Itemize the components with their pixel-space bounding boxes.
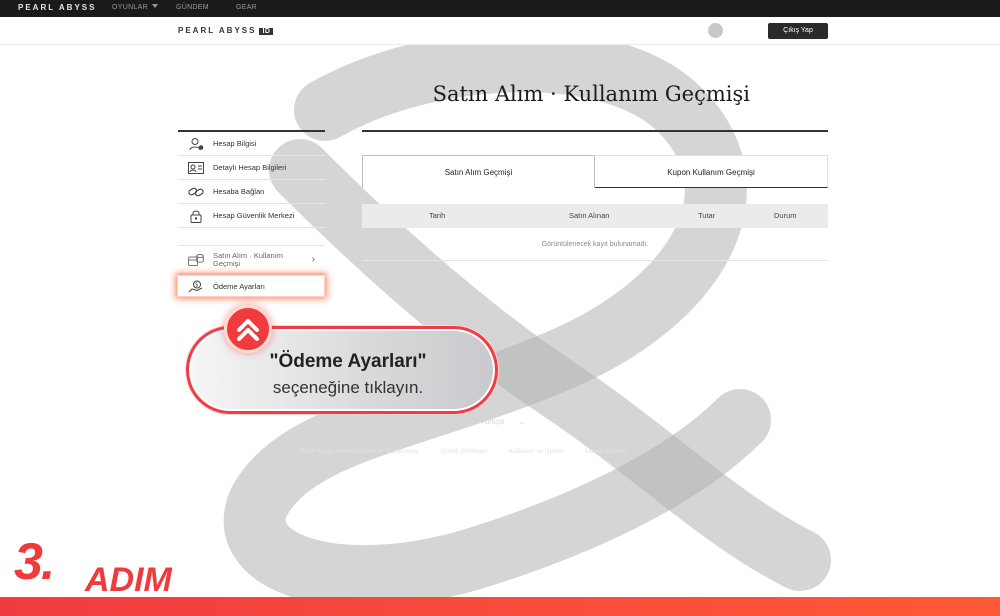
column-amount: Tutar <box>698 211 716 220</box>
column-item: Satın Alınan <box>569 211 610 220</box>
sidebar-item-label: Ödeme Ayarları <box>213 281 265 291</box>
sidebar-item-link-account[interactable]: Hesaba Bağlan <box>178 180 325 204</box>
nav-item-gear[interactable]: GEAR <box>236 4 257 11</box>
main-content: Satın Alım Geçmişi Kupon Kullanım Geçmiş… <box>362 130 828 261</box>
nav-item-games[interactable]: OYUNLAR <box>112 4 158 11</box>
column-date: Tarih <box>429 211 446 220</box>
history-tabs: Satın Alım Geçmişi Kupon Kullanım Geçmiş… <box>362 155 828 188</box>
sidebar-item-label: Hesap Bilgisi <box>213 139 257 148</box>
pearl-abyss-id-logo[interactable]: PEARL ABYSS ID <box>178 26 274 35</box>
chevron-right-icon: › <box>311 254 315 265</box>
logout-button[interactable]: Çıkış Yap <box>768 23 828 39</box>
sidebar-item-payment-settings[interactable]: $ Ödeme Ayarları <box>177 275 325 297</box>
chevron-down-icon: ⌄ <box>518 417 526 426</box>
sidebar-item-security-center[interactable]: Hesap Güvenlik Merkezi <box>178 204 325 228</box>
footer-links: Pearl Abyss Hizmet Kullanım Sözleşmesi G… <box>300 448 710 455</box>
footer-link-support[interactable]: Ücretli Destek <box>586 448 626 455</box>
svg-text:$: $ <box>195 282 198 288</box>
callout-line-1: "Ödeme Ayarları" <box>269 351 427 372</box>
lock-icon <box>188 209 204 223</box>
sidebar-item-label: Detaylı Hesap Bilgileri <box>213 163 287 172</box>
footer-link-privacy[interactable]: Gizlilik Politikası <box>441 448 488 455</box>
nav-item-news[interactable]: GÜNDEM <box>176 4 209 11</box>
double-chevron-up-icon <box>237 319 259 341</box>
callout-line-2: seçeneğine tıklayın. <box>272 378 424 397</box>
sidebar-item-label: Hesaba Bağlan <box>213 187 265 196</box>
footer-link-operation[interactable]: Kullanım ve İşletim <box>509 448 564 455</box>
empty-state-message: Görüntülenecek kayıt bulunamadı. <box>362 228 828 261</box>
history-table-header: Tarih Satın Alınan Tutar Durum <box>362 204 828 228</box>
sidebar-item-label: Hesap Güvenlik Merkezi <box>213 211 295 220</box>
link-icon <box>188 185 204 199</box>
sidebar-item-label: Satın Alım · Kullanım Geçmişi <box>213 250 284 268</box>
language-selector[interactable]: Türkçe ⌄ <box>462 416 525 427</box>
step-label: ADIM <box>85 561 172 599</box>
coins-icon <box>188 253 204 267</box>
global-navbar: PEARL ABYSS OYUNLAR GÜNDEM GEAR <box>0 0 1000 17</box>
step-banner-bar <box>0 597 1000 616</box>
sidebar-item-account-info[interactable]: Hesap Bilgisi <box>178 132 325 156</box>
tab-coupon-history[interactable]: Kupon Kullanım Geçmişi <box>595 155 828 188</box>
language-label: Türkçe <box>480 417 505 426</box>
id-card-icon <box>188 161 204 175</box>
sidebar-item-detailed-info[interactable]: Detaylı Hesap Bilgileri <box>178 156 325 180</box>
sidebar: Hesap Bilgisi Detaylı Hesap Bilgileri He… <box>177 130 325 297</box>
caret-down-icon <box>151 4 158 8</box>
double-chevron-up-badge <box>224 305 272 353</box>
payment-icon: $ <box>188 279 204 293</box>
account-header: PEARL ABYSS ID Çıkış Yap <box>0 17 1000 45</box>
user-icon <box>188 137 204 151</box>
avatar[interactable] <box>708 23 723 38</box>
footer-link-terms[interactable]: Pearl Abyss Hizmet Kullanım Sözleşmesi <box>300 448 419 455</box>
column-status: Durum <box>774 211 797 220</box>
step-number: 3. <box>14 533 55 591</box>
sidebar-separator <box>178 228 325 246</box>
page-title: Satın Alım · Kullanım Geçmişi <box>432 82 750 106</box>
globe-icon <box>462 416 473 427</box>
sidebar-item-purchase-history[interactable]: Satın Alım · Kullanım Geçmişi › <box>178 246 325 274</box>
pearl-abyss-brand[interactable]: PEARL ABYSS <box>18 3 96 12</box>
tab-purchase-history[interactable]: Satın Alım Geçmişi <box>362 155 595 188</box>
